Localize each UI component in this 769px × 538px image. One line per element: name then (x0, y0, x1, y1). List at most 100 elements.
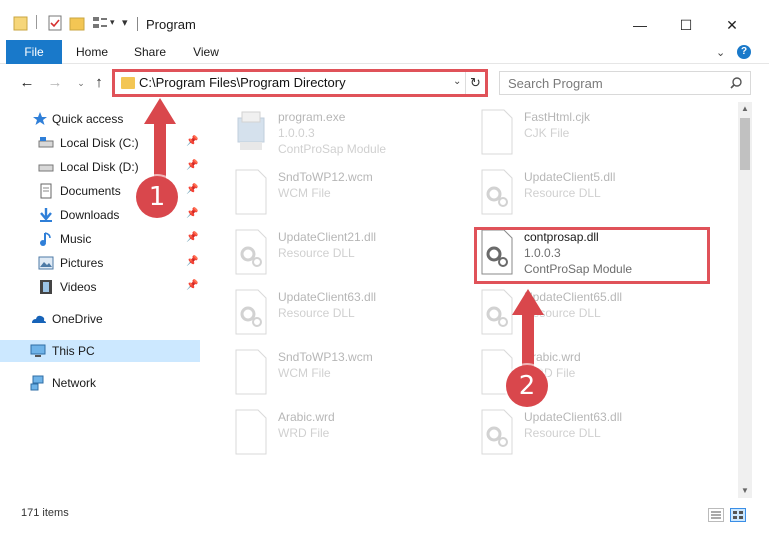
step-1-badge: 1 (136, 176, 178, 218)
file-detail: Resource DLL (278, 246, 355, 260)
dll-file-icon (481, 409, 513, 455)
forward-arrow-icon[interactable]: → (46, 74, 64, 92)
title-bar: ▾ ▾ Program — ☐ ✕ (0, 0, 769, 40)
tab-share[interactable]: Share (128, 40, 172, 64)
file-item[interactable]: program.exe 1.0.0.3 ContProSap Module (206, 104, 442, 164)
sidebar-item-onedrive[interactable]: OneDrive (0, 308, 200, 330)
file-item[interactable]: FastHtml.cjk CJK File (452, 104, 688, 164)
document-file-icon (481, 109, 513, 155)
tab-home[interactable]: Home (70, 40, 114, 64)
qa-dropdown-icon[interactable]: ▾ (110, 17, 115, 28)
dll-file-icon (235, 229, 267, 275)
file-name: UpdateClient63.dll (278, 290, 377, 304)
file-name: SndToWP12.wcm (278, 170, 373, 184)
onedrive-icon (32, 315, 46, 323)
document-file-icon (235, 349, 267, 395)
pin-icon[interactable]: 📌 (186, 280, 198, 291)
scrollbar-thumb[interactable] (740, 118, 750, 170)
folder-icon[interactable] (12, 14, 30, 32)
step-2-badge: 2 (506, 365, 548, 407)
sidebar-item-label: Local Disk (C:) (60, 136, 139, 150)
file-item[interactable]: UpdateClient63.dll Resource DLL (452, 404, 688, 464)
sidebar-item-label: OneDrive (52, 312, 103, 326)
file-item[interactable]: Arabic.wrd WRD File (206, 404, 442, 464)
sidebar-item-label: Local Disk (D:) (60, 160, 139, 174)
window-title: Program (146, 17, 196, 32)
sidebar-item-music[interactable]: Music 📌 (0, 228, 200, 250)
file-detail: Resource DLL (278, 306, 355, 320)
pc-icon (30, 344, 46, 357)
minimize-button[interactable]: — (617, 10, 663, 40)
file-item[interactable]: UpdateClient63.dll Resource DLL (206, 284, 442, 344)
help-icon[interactable]: ? (737, 45, 751, 59)
recent-locations-icon[interactable]: ⌄ (72, 74, 90, 92)
address-path[interactable]: C:\Program Files\Program Directory (139, 75, 346, 90)
pin-icon[interactable]: 📌 (186, 256, 198, 267)
navigation-bar: ← → ⌄ ↑ C:\Program Files\Program Directo… (0, 64, 769, 102)
vertical-scrollbar[interactable]: ▲ ▼ (738, 102, 752, 498)
file-detail: WCM File (278, 186, 331, 200)
network-icon (30, 375, 44, 391)
expand-ribbon-icon[interactable]: ⌄ (716, 46, 725, 59)
file-name: FastHtml.cjk (524, 110, 590, 124)
file-name: Arabic.wrd (278, 410, 335, 424)
sidebar-item-label: Documents (60, 184, 121, 198)
scroll-down-icon[interactable]: ▼ (738, 484, 752, 498)
file-name: UpdateClient21.dll (278, 230, 377, 244)
file-item[interactable]: Arabic.wrd WRD File (452, 344, 688, 404)
file-detail: WRD File (278, 426, 330, 440)
new-folder-icon[interactable] (68, 14, 86, 32)
pin-icon[interactable]: 📌 (186, 160, 198, 171)
pin-icon[interactable]: 📌 (186, 184, 198, 195)
folder-icon (121, 77, 135, 89)
star-icon (33, 112, 47, 125)
document-file-icon (235, 409, 267, 455)
address-bar[interactable]: C:\Program Files\Program Directory ⌄ ↻ (112, 69, 488, 97)
file-item[interactable]: SndToWP12.wcm WCM File (206, 164, 442, 224)
pin-icon[interactable]: 📌 (186, 136, 198, 147)
videos-icon (40, 280, 52, 294)
refresh-icon[interactable]: ↻ (465, 72, 485, 94)
scroll-up-icon[interactable]: ▲ (738, 102, 752, 116)
file-detail: WCM File (278, 366, 331, 380)
sidebar-item-label: Network (52, 376, 97, 390)
file-item[interactable]: UpdateClient5.dll Resource DLL (452, 164, 688, 224)
search-input[interactable]: Search Program (499, 71, 751, 95)
properties-icon[interactable] (46, 14, 64, 32)
maximize-button[interactable]: ☐ (663, 10, 709, 40)
status-bar: 171 items (0, 500, 769, 528)
details-view-icon[interactable] (708, 508, 724, 522)
title-divider (137, 17, 138, 31)
file-item[interactable]: UpdateClient65.dll Resource DLL (452, 284, 688, 344)
tab-file[interactable]: File (6, 40, 62, 64)
dll-file-icon (235, 289, 267, 335)
sidebar-item-label: Music (60, 232, 92, 246)
file-detail: Resource DLL (524, 426, 601, 440)
tiles-view-icon[interactable] (730, 508, 746, 522)
file-detail: 1.0.0.3 (278, 126, 315, 140)
tab-view[interactable]: View (186, 40, 226, 64)
back-arrow-icon[interactable]: ← (18, 74, 36, 92)
drive-icon (38, 164, 54, 172)
sidebar-item-videos[interactable]: Videos 📌 (0, 276, 200, 298)
customize-toolbar-icon[interactable]: ▾ (122, 16, 128, 29)
music-icon (40, 232, 51, 246)
close-button[interactable]: ✕ (709, 10, 755, 40)
file-item[interactable]: SndToWP13.wcm WCM File (206, 344, 442, 404)
file-name: program.exe (278, 110, 346, 124)
download-icon (40, 208, 52, 222)
address-dropdown-icon[interactable]: ⌄ (453, 76, 461, 87)
exe-file-icon (237, 111, 265, 150)
sidebar-item-pictures[interactable]: Pictures 📌 (0, 252, 200, 274)
file-detail: ContProSap Module (278, 142, 387, 156)
toolbar-divider (36, 15, 37, 29)
file-item[interactable]: UpdateClient21.dll Resource DLL (206, 224, 442, 284)
up-arrow-icon[interactable]: ↑ (90, 74, 108, 92)
search-icon (730, 77, 742, 89)
pin-icon[interactable]: 📌 (186, 208, 198, 219)
view-options-icon[interactable] (92, 14, 110, 32)
sidebar-item-network[interactable]: Network (0, 372, 200, 394)
sidebar-item-this-pc[interactable]: This PC (0, 340, 200, 362)
pin-icon[interactable]: 📌 (186, 232, 198, 243)
item-count: 171 items (21, 507, 69, 519)
